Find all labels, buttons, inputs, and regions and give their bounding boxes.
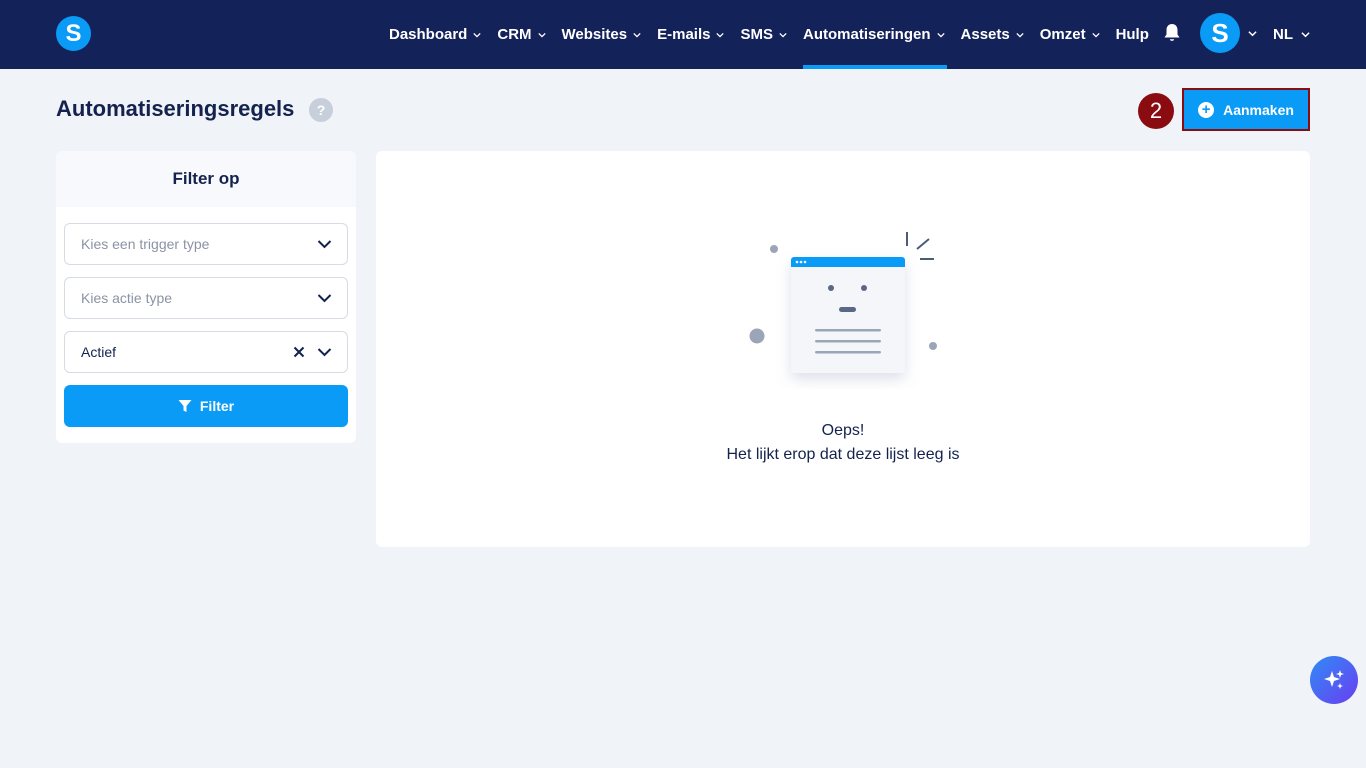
create-button[interactable]: + Aanmaken	[1182, 88, 1310, 131]
main-nav: Dashboard CRM Websites E-mails SMS Autom…	[389, 0, 1169, 69]
nav-item-label: SMS	[740, 26, 773, 43]
nav-item-websites[interactable]: Websites	[562, 0, 642, 69]
action-type-select[interactable]: Kies actie type	[64, 277, 348, 319]
filter-button-label: Filter	[199, 398, 235, 414]
empty-state-message: Het lijkt erop dat deze lijst leeg is	[726, 446, 960, 463]
ai-assistant-button[interactable]	[1310, 656, 1358, 704]
help-glyph: ?	[316, 102, 326, 118]
language-label: NL	[1273, 26, 1293, 43]
status-value: Actief	[81, 344, 117, 360]
status-select[interactable]: Actief	[64, 331, 348, 373]
chevron-down-icon	[1016, 32, 1024, 38]
trigger-type-select[interactable]: Kies een trigger type	[64, 223, 348, 265]
funnel-icon	[178, 400, 192, 412]
nav-item-emails[interactable]: E-mails	[657, 0, 725, 69]
filter-heading: Filter op	[56, 151, 356, 207]
language-selector[interactable]: NL	[1273, 0, 1310, 69]
brand-logo[interactable]: S	[56, 16, 91, 51]
filter-button[interactable]: Filter	[64, 385, 348, 427]
help-icon[interactable]: ?	[309, 98, 333, 122]
avatar-letter: S	[1211, 17, 1229, 48]
nav-item-label: Hulp	[1115, 26, 1149, 43]
nav-item-omzet[interactable]: Omzet	[1040, 0, 1100, 69]
nav-item-label: Automatiseringen	[803, 26, 931, 43]
chevron-down-icon	[1301, 32, 1310, 38]
chevron-down-icon[interactable]	[1248, 29, 1257, 38]
sparkles-icon	[1324, 670, 1344, 689]
nav-item-label: CRM	[497, 26, 532, 43]
rules-list-card: Oeps! Het lijkt erop dat deze lijst leeg…	[376, 151, 1310, 547]
chevron-down-icon	[779, 32, 787, 38]
nav-item-label: E-mails	[657, 26, 711, 43]
chevron-down-icon	[633, 32, 641, 38]
nav-item-hulp[interactable]: Hulp	[1116, 0, 1149, 69]
nav-item-crm[interactable]: CRM	[497, 0, 546, 69]
nav-item-label: Dashboard	[389, 26, 468, 43]
user-avatar[interactable]: S	[1200, 13, 1240, 53]
bell-icon[interactable]	[1163, 23, 1181, 43]
step-badge: 2	[1138, 93, 1174, 129]
chevron-down-icon	[317, 240, 332, 249]
nav-item-automatiseringen[interactable]: Automatiseringen	[803, 0, 947, 69]
chevron-down-icon	[1091, 32, 1100, 38]
trigger-type-placeholder: Kies een trigger type	[81, 236, 210, 252]
nav-item-dashboard[interactable]: Dashboard	[389, 0, 482, 69]
brand-logo-letter: S	[65, 19, 82, 47]
nav-item-label: Assets	[960, 26, 1010, 43]
chevron-down-icon	[317, 294, 332, 303]
nav-item-label: Websites	[561, 26, 628, 43]
empty-state-title: Oeps!	[821, 422, 865, 439]
plus-circle-icon: +	[1198, 101, 1215, 118]
nav-item-sms[interactable]: SMS	[740, 0, 787, 69]
top-navigation-bar: S Dashboard CRM Websites E-mails SMS Aut…	[0, 0, 1366, 69]
chevron-down-icon	[317, 348, 332, 357]
filter-panel: Filter op Kies een trigger type Kies act…	[56, 151, 356, 443]
nav-item-assets[interactable]: Assets	[961, 0, 1024, 69]
page-title: Automatiseringsregels	[56, 96, 295, 121]
chevron-down-icon	[936, 32, 945, 38]
create-button-label: Aanmaken	[1223, 101, 1294, 118]
nav-item-label: Omzet	[1039, 26, 1086, 43]
chevron-down-icon	[473, 32, 482, 38]
chevron-down-icon	[537, 32, 546, 38]
close-icon[interactable]	[293, 346, 305, 358]
action-type-placeholder: Kies actie type	[81, 290, 173, 306]
empty-list-illustration	[749, 232, 937, 373]
chevron-down-icon	[716, 32, 725, 38]
